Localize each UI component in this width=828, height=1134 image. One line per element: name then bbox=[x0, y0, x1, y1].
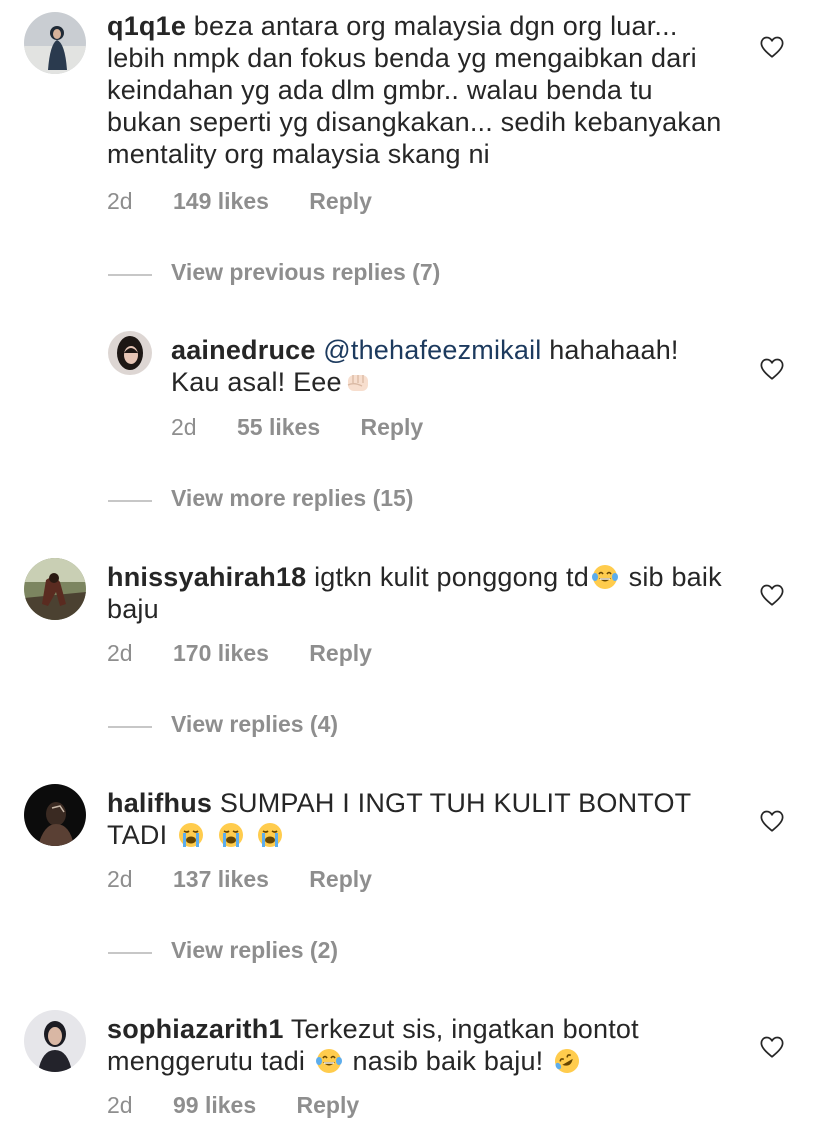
view-more-replies[interactable]: View more replies (15) bbox=[108, 485, 608, 515]
comment-text: sophiazarith1 Terkezut sis, ingatkan bon… bbox=[107, 1013, 727, 1077]
comment-text: aainedruce @thehafeezmikail hahahaah! Ka… bbox=[171, 334, 731, 398]
reply-button[interactable]: Reply bbox=[361, 414, 424, 440]
likes-count[interactable]: 99 likes bbox=[173, 1092, 256, 1118]
comment-meta: 2d 149 likes Reply bbox=[107, 188, 406, 215]
comment-body: igtkn kulit ponggong td bbox=[314, 562, 589, 592]
comment-text: hnissyahirah18 igtkn kulit ponggong td s… bbox=[107, 561, 727, 625]
view-previous-replies-label[interactable]: View previous replies (7) bbox=[171, 259, 440, 286]
timestamp: 2d bbox=[107, 866, 133, 892]
loudly-crying-emoji bbox=[177, 821, 205, 849]
mention-link[interactable]: @thehafeezmikail bbox=[323, 335, 541, 365]
reply-button[interactable]: Reply bbox=[309, 640, 372, 666]
tears-of-joy-emoji bbox=[591, 563, 619, 591]
comment-meta: 2d 55 likes Reply bbox=[171, 414, 457, 441]
divider-line bbox=[108, 726, 152, 728]
divider-line bbox=[108, 274, 152, 276]
timestamp: 2d bbox=[107, 1092, 133, 1118]
avatar[interactable] bbox=[24, 558, 86, 620]
view-replies-2[interactable]: View replies (2) bbox=[108, 937, 608, 967]
likes-count[interactable]: 55 likes bbox=[237, 414, 320, 440]
comment-meta: 2d 99 likes Reply bbox=[107, 1092, 393, 1119]
reply-button[interactable]: Reply bbox=[309, 866, 372, 892]
heart-outline-icon[interactable] bbox=[759, 356, 785, 382]
divider-line bbox=[108, 500, 152, 502]
oncoming-fist-emoji bbox=[344, 368, 372, 396]
loudly-crying-emoji bbox=[256, 821, 284, 849]
heart-outline-icon[interactable] bbox=[759, 34, 785, 60]
view-replies-label[interactable]: View replies (2) bbox=[171, 937, 338, 964]
username[interactable]: halifhus bbox=[107, 788, 212, 818]
avatar[interactable] bbox=[24, 12, 86, 74]
avatar[interactable] bbox=[108, 331, 152, 375]
timestamp: 2d bbox=[107, 640, 133, 666]
reply-button[interactable]: Reply bbox=[297, 1092, 360, 1118]
view-replies-label[interactable]: View replies (4) bbox=[171, 711, 338, 738]
comment-text: q1q1e beza antara org malaysia dgn org l… bbox=[107, 10, 727, 170]
comment-body: beza antara org malaysia dgn org luar...… bbox=[107, 11, 722, 169]
username[interactable]: q1q1e bbox=[107, 11, 186, 41]
heart-outline-icon[interactable] bbox=[759, 1034, 785, 1060]
tears-of-joy-emoji bbox=[315, 1047, 343, 1075]
likes-count[interactable]: 137 likes bbox=[173, 866, 269, 892]
heart-outline-icon[interactable] bbox=[759, 582, 785, 608]
avatar[interactable] bbox=[24, 1010, 86, 1072]
heart-outline-icon[interactable] bbox=[759, 808, 785, 834]
view-more-replies-label[interactable]: View more replies (15) bbox=[171, 485, 413, 512]
comment-meta: 2d 170 likes Reply bbox=[107, 640, 406, 667]
loudly-crying-emoji bbox=[217, 821, 245, 849]
comment-body-cont: nasib baik baju! bbox=[352, 1046, 544, 1076]
comment-text: halifhus SUMPAH I INGT TUH KULIT BONTOT … bbox=[107, 787, 727, 851]
comment-meta: 2d 137 likes Reply bbox=[107, 866, 406, 893]
rolling-on-floor-laughing-emoji bbox=[553, 1047, 581, 1075]
divider-line bbox=[108, 952, 152, 954]
reply-button[interactable]: Reply bbox=[309, 188, 372, 214]
avatar[interactable] bbox=[24, 784, 86, 846]
username[interactable]: aainedruce bbox=[171, 335, 316, 365]
view-previous-replies[interactable]: View previous replies (7) bbox=[108, 259, 608, 289]
username[interactable]: hnissyahirah18 bbox=[107, 562, 306, 592]
likes-count[interactable]: 149 likes bbox=[173, 188, 269, 214]
view-replies-4[interactable]: View replies (4) bbox=[108, 711, 608, 741]
timestamp: 2d bbox=[171, 414, 197, 440]
username[interactable]: sophiazarith1 bbox=[107, 1014, 284, 1044]
likes-count[interactable]: 170 likes bbox=[173, 640, 269, 666]
timestamp: 2d bbox=[107, 188, 133, 214]
